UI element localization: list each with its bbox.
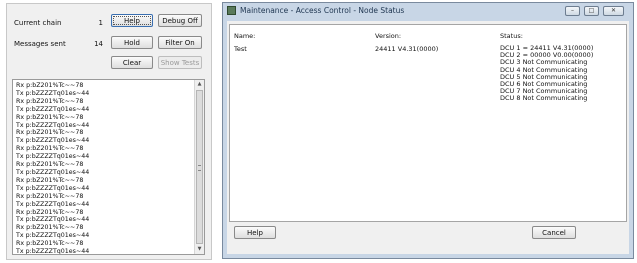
log-line: Tx p:bZZZZTq01es~44 xyxy=(16,232,90,240)
current-chain-value: 1 xyxy=(98,19,103,27)
scroll-up-arrow-icon[interactable]: ▲ xyxy=(195,80,204,89)
cancel-button[interactable]: Cancel xyxy=(532,226,576,239)
close-icon[interactable]: ✕ xyxy=(603,6,624,16)
help-button[interactable]: Help xyxy=(111,14,153,27)
hold-button[interactable]: Hold xyxy=(111,36,153,49)
help-button-window[interactable]: Help xyxy=(234,226,276,239)
log-line: Tx p:bZZZZTq01es~44 xyxy=(16,89,90,97)
log-line: Rx p:bZ201%Tc~~78 xyxy=(16,176,84,184)
message-log-list: Rx p:bZ201%Tc~~78 Tx p:bZZZZTq01es~44 Rx p… xyxy=(16,82,192,255)
column-header-status: Status: xyxy=(500,32,523,40)
log-line: Tx p:bZZZZTq01es~44 xyxy=(16,248,90,255)
maximize-icon[interactable]: □ xyxy=(584,6,599,16)
node-version-cell[interactable]: 24411 V4.31(0000) xyxy=(375,45,438,53)
log-scrollbar[interactable]: ▲ ▼ xyxy=(194,80,204,254)
node-status-cell[interactable]: DCU 1 = 24411 V4.31(0000) DCU 2 = 00000 V… xyxy=(500,44,593,103)
column-header-version: Version: xyxy=(375,32,402,40)
scroll-thumb[interactable] xyxy=(196,90,203,244)
log-line: Rx p:bZ201%Tc~~78 xyxy=(16,145,84,153)
grip-icon xyxy=(198,165,201,171)
title-bar[interactable]: Maintenance - Access Control - Node Stat… xyxy=(223,3,633,19)
log-line: Rx p:bZ201%Tc~~78 xyxy=(16,97,84,105)
window-client-area: Name: Version: Status: Test 24411 V4.31(… xyxy=(227,21,629,254)
log-line: Tx p:bZZZZTq01es~44 xyxy=(16,168,90,176)
log-line: Tx p:bZZZZTq01es~44 xyxy=(16,153,90,161)
messages-sent-label: Messages sent xyxy=(14,40,66,48)
column-header-name: Name: xyxy=(234,32,256,40)
window-title: Maintenance - Access Control - Node Stat… xyxy=(240,6,405,15)
log-line: Rx p:bZ201%Tc~~78 xyxy=(16,82,84,89)
log-line: Tx p:bZZZZTq01es~44 xyxy=(16,216,90,224)
debug-panel: Current chain 1 Messages sent 14 Help De… xyxy=(6,3,212,260)
log-line: Rx p:bZ201%Tc~~78 xyxy=(16,240,84,248)
log-line: Tx p:bZZZZTq01es~44 xyxy=(16,200,90,208)
log-line: Tx p:bZZZZTq01es~44 xyxy=(16,137,90,145)
clear-button[interactable]: Clear xyxy=(111,56,153,69)
status-line: DCU 8 Not Communicating xyxy=(500,94,588,103)
log-line: Rx p:bZ201%Tc~~78 xyxy=(16,113,84,121)
messages-sent-value: 14 xyxy=(94,40,103,48)
app-icon xyxy=(227,6,236,15)
current-chain-label: Current chain xyxy=(14,19,62,27)
show-tests-button[interactable]: Show Tests xyxy=(158,56,202,69)
minimize-icon[interactable]: – xyxy=(565,6,580,16)
node-name-cell[interactable]: Test xyxy=(234,45,247,53)
filter-on-button[interactable]: Filter On xyxy=(158,36,202,49)
log-line: Rx p:bZ201%Tc~~78 xyxy=(16,129,84,137)
log-line: Tx p:bZZZZTq01es~44 xyxy=(16,121,90,129)
debug-off-button[interactable]: Debug Off xyxy=(158,14,202,27)
log-line: Rx p:bZ201%Tc~~78 xyxy=(16,161,84,169)
scroll-down-arrow-icon[interactable]: ▼ xyxy=(195,245,204,254)
log-line: Rx p:bZ201%Tc~~78 xyxy=(16,224,84,232)
node-status-window: Maintenance - Access Control - Node Stat… xyxy=(222,2,634,259)
message-log[interactable]: Rx p:bZ201%Tc~~78 Tx p:bZZZZTq01es~44 Rx p… xyxy=(12,79,205,255)
log-line: Rx p:bZ201%Tc~~78 xyxy=(16,192,84,200)
log-line: Tx p:bZZZZTq01es~44 xyxy=(16,105,90,113)
log-line: Tx p:bZZZZTq01es~44 xyxy=(16,184,90,192)
node-status-grid[interactable]: Name: Version: Status: Test 24411 V4.31(… xyxy=(229,24,627,222)
log-line: Rx p:bZ201%Tc~~78 xyxy=(16,208,84,216)
